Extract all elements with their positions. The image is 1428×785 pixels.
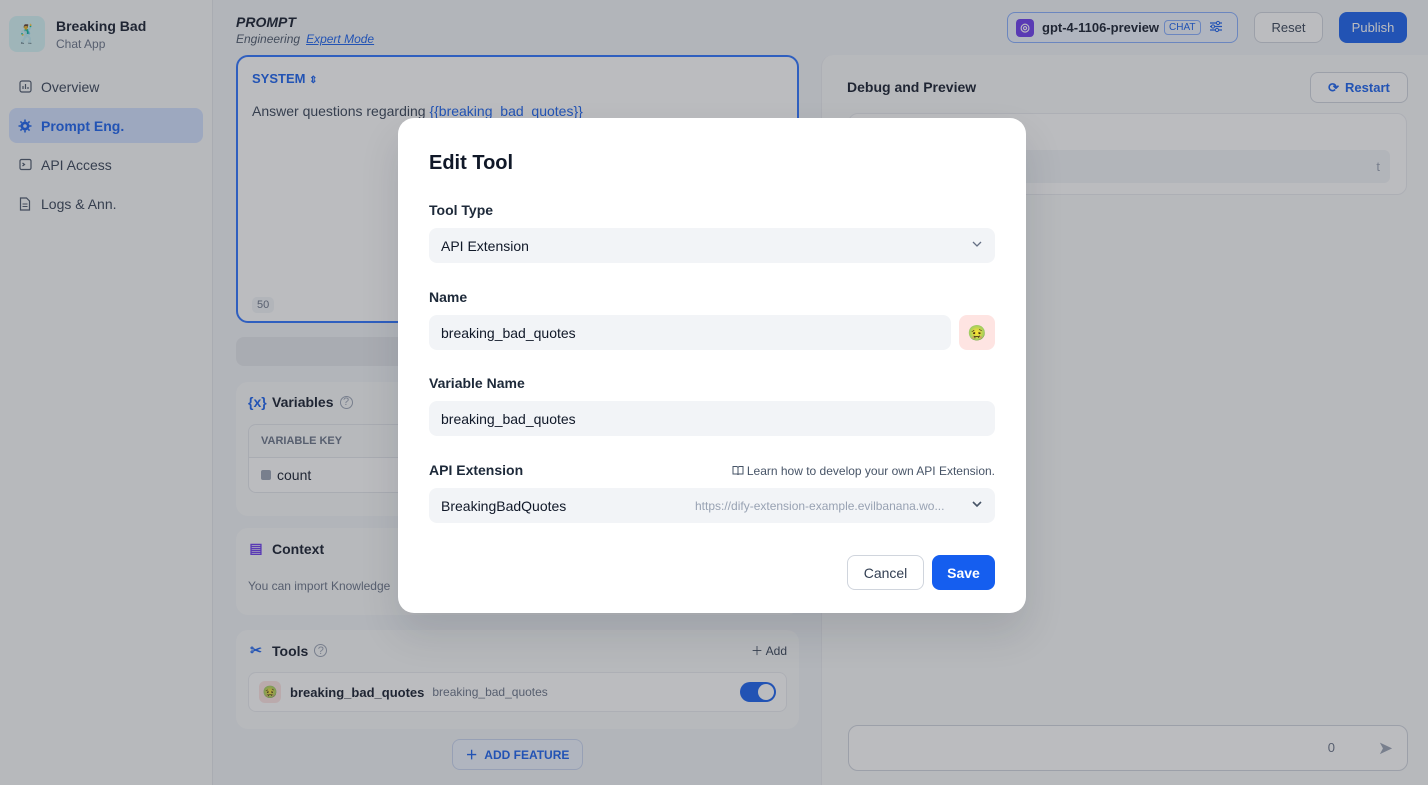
edit-tool-modal: Edit Tool Tool Type API Extension Name b… [398,118,1026,613]
tool-type-label: Tool Type [429,202,494,218]
emoji-picker-button[interactable]: 🤢 [959,315,995,350]
tool-type-select[interactable]: API Extension [429,228,995,263]
name-value: breaking_bad_quotes [441,324,576,341]
api-extension-value: BreakingBadQuotes [441,497,567,514]
modal-title: Edit Tool [429,152,514,174]
cancel-button[interactable]: Cancel [847,555,924,590]
book-icon [732,464,747,478]
chevron-down-icon [971,238,983,253]
chevron-down-icon [971,498,983,513]
variable-name-input[interactable]: breaking_bad_quotes [429,401,995,436]
learn-link-text: Learn how to develop your own API Extens… [746,464,995,478]
name-input[interactable]: breaking_bad_quotes [429,315,951,350]
learn-api-extension-link[interactable]: Learn how to develop your own API Extens… [732,464,995,478]
api-extension-url: https://dify-extension-example.evilbanan… [695,499,945,513]
save-button[interactable]: Save [932,555,995,590]
name-label: Name [429,289,468,305]
variable-name-label: Variable Name [429,375,525,391]
api-extension-label: API Extension [429,462,524,478]
tool-type-value: API Extension [441,237,529,254]
variable-name-value: breaking_bad_quotes [441,410,576,427]
api-extension-select[interactable]: BreakingBadQuotes https://dify-extension… [429,488,995,523]
